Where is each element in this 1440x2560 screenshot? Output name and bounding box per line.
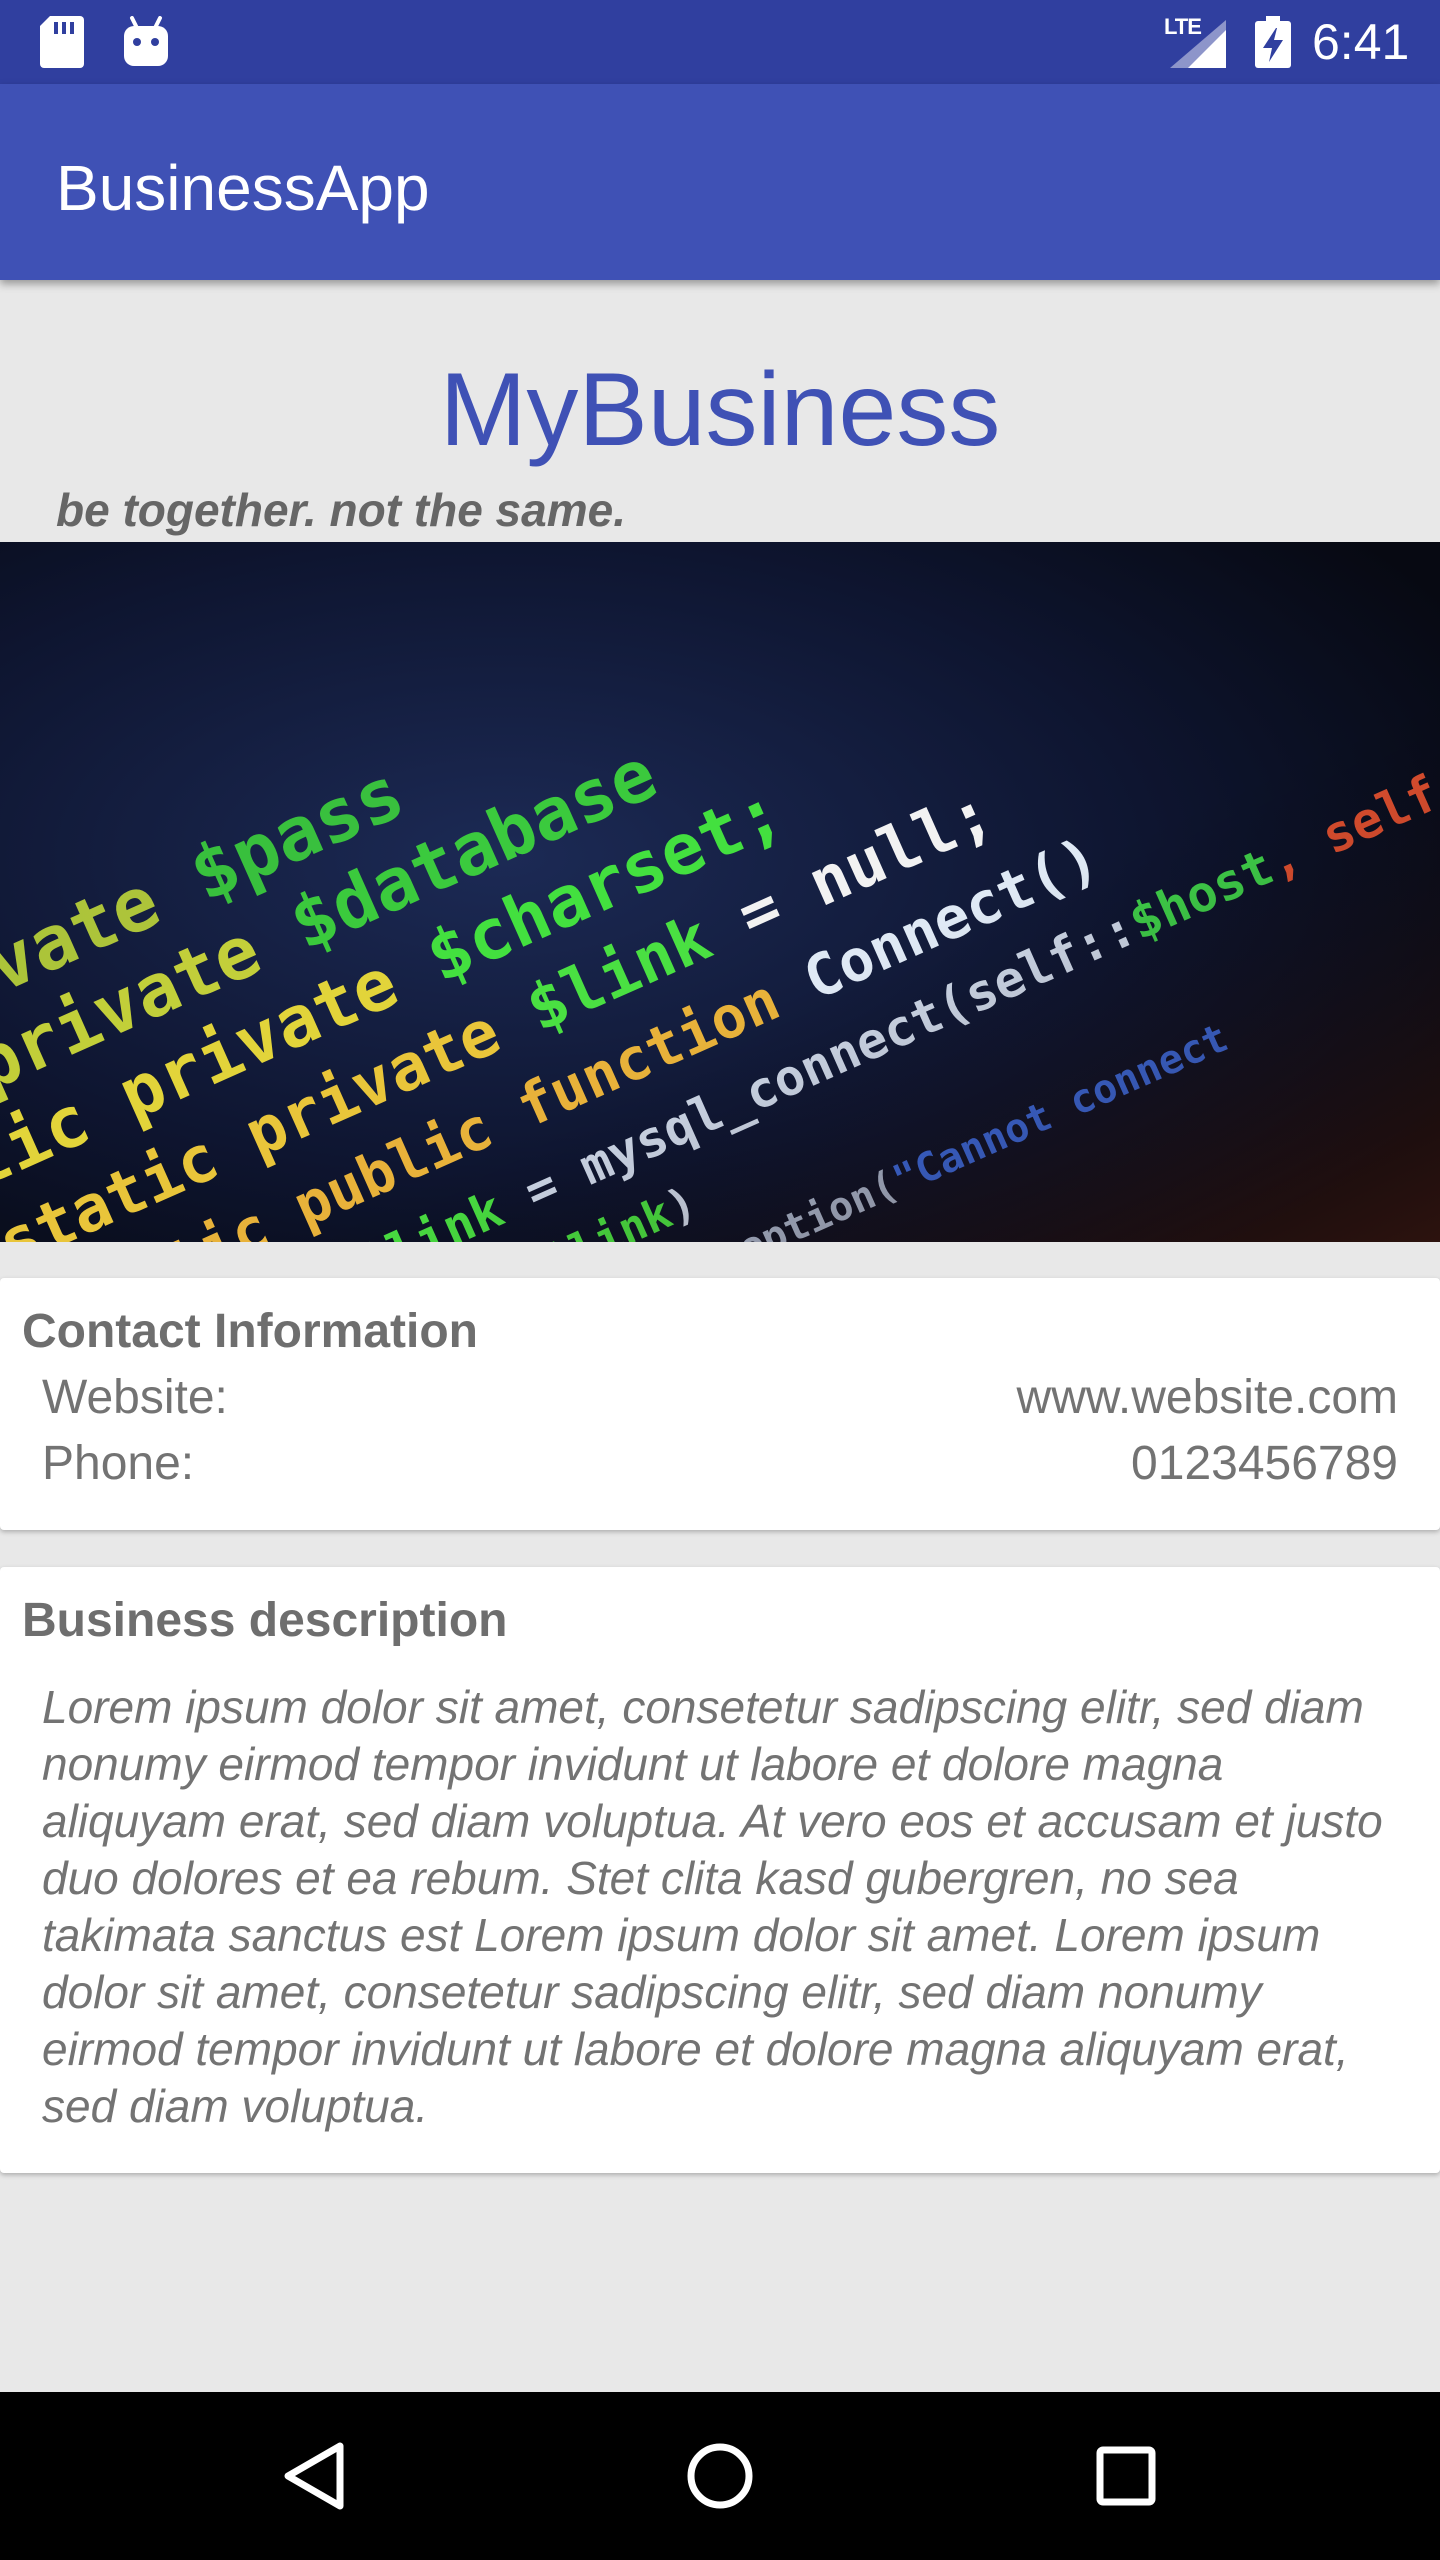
website-row: Website: www.website.com [42,1368,1398,1428]
android-icon [124,16,168,66]
code-image-graphic: c private $pass ic private $database ati… [0,542,1440,1242]
nav-bar [0,2392,1440,2560]
home-icon[interactable] [680,2436,760,2516]
app-title: BusinessApp [56,152,430,224]
description-card: Business description Lorem ipsum dolor s… [0,1567,1440,2173]
sd-card-icon [40,16,84,68]
contact-title: Contact Information [22,1305,478,1358]
phone-label: Phone: [42,1437,195,1490]
battery-charging-icon [1255,16,1291,68]
phone-value[interactable]: 0123456789 [1131,1434,1398,1494]
app-bar: BusinessApp [0,84,1440,280]
website-label: Website: [42,1371,228,1424]
tagline: be together. not the same. [56,484,626,536]
website-value[interactable]: www.website.com [1017,1368,1398,1428]
description-text: Lorem ipsum dolor sit amet, consetetur s… [42,1681,1383,2132]
business-name: MyBusiness [439,352,1001,468]
status-bar: LTE 6:41 [0,0,1440,84]
clock: 6:41 [1312,14,1410,70]
screen: LTE 6:41 BusinessApp MyBusiness be toget… [0,0,1440,2560]
phone-row: Phone: 0123456789 [42,1434,1398,1494]
contact-card: Contact Information Website: www.website… [0,1278,1440,1530]
recents-icon[interactable] [1086,2436,1166,2516]
description-title: Business description [22,1594,508,1647]
code-screenshot-image: c private $pass ic private $database ati… [0,542,1440,1242]
signal-icon [1170,20,1226,68]
back-icon[interactable] [276,2436,356,2516]
